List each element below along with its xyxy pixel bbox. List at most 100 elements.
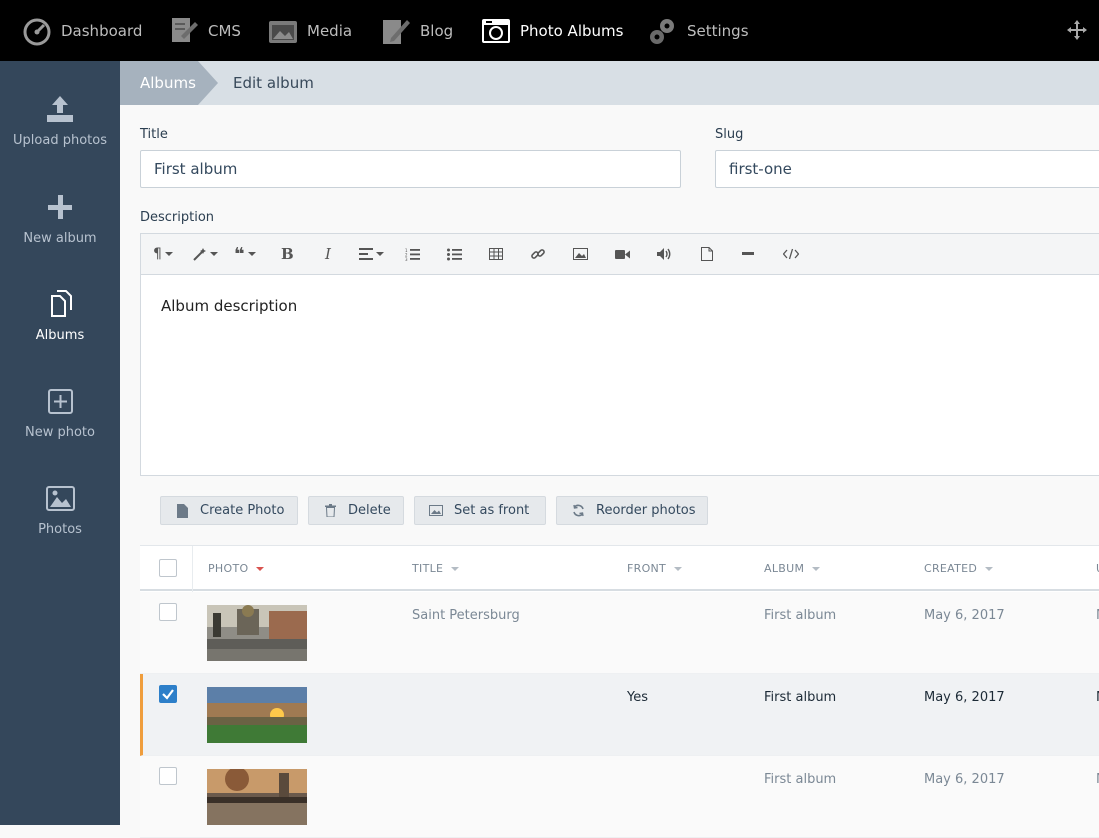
- photo-thumbnail[interactable]: [207, 687, 307, 743]
- album-cell: First album: [764, 690, 837, 705]
- column-label: TITLE: [412, 562, 444, 575]
- delete-button[interactable]: Delete: [308, 496, 404, 525]
- front-cell: Yes: [627, 690, 648, 705]
- slug-label: Slug: [715, 127, 744, 142]
- sort-icon: [451, 566, 460, 571]
- column-header-front[interactable]: FRONT: [627, 562, 683, 575]
- table-button[interactable]: [489, 244, 503, 264]
- nav-label: Media: [307, 21, 353, 40]
- plus-square-icon: [43, 385, 77, 419]
- album-cell: First album: [764, 772, 837, 787]
- sidebar-item-new-photo[interactable]: New photo: [0, 385, 120, 475]
- sort-desc-icon: [256, 566, 265, 571]
- code-view-button[interactable]: [783, 244, 799, 264]
- photos-table: PHOTO TITLE FRONT ALBUM CREATED U Saint …: [140, 545, 1099, 838]
- column-header-created[interactable]: CREATED: [924, 562, 994, 575]
- file-insert-button[interactable]: [701, 244, 713, 264]
- created-cell: May 6, 2017: [924, 608, 1005, 623]
- title-label: Title: [140, 127, 168, 142]
- button-label: Set as front: [454, 503, 530, 518]
- table-row[interactable]: Saint Petersburg First album May 6, 2017…: [140, 592, 1099, 674]
- title-input[interactable]: First album: [140, 150, 681, 188]
- breadcrumb-current: Edit album: [233, 74, 314, 92]
- select-all-checkbox[interactable]: [159, 559, 177, 577]
- quote-icon: ❝: [234, 243, 245, 265]
- table-header: PHOTO TITLE FRONT ALBUM CREATED U: [140, 546, 1099, 591]
- create-photo-button[interactable]: Create Photo: [160, 496, 298, 525]
- nav-label: Dashboard: [61, 21, 143, 40]
- column-label: PHOTO: [208, 562, 249, 575]
- style-button[interactable]: [193, 244, 218, 264]
- row-checkbox[interactable]: [159, 603, 177, 621]
- sidebar: Upload photos New album Albums New photo…: [0, 61, 120, 825]
- column-label: FRONT: [627, 562, 667, 575]
- media-camera-icon: [268, 16, 298, 46]
- breadcrumb-albums-link[interactable]: Albums: [120, 61, 198, 105]
- sidebar-label: Photos: [38, 522, 82, 537]
- nav-label: Photo Albums: [520, 21, 624, 40]
- link-button[interactable]: [531, 244, 545, 264]
- table-row[interactable]: First album May 6, 2017 M: [140, 756, 1099, 838]
- sidebar-item-new-album[interactable]: New album: [0, 191, 120, 281]
- bold-icon: B: [281, 245, 294, 263]
- sidebar-label: Upload photos: [13, 133, 107, 148]
- editor-content[interactable]: Album description: [141, 275, 1099, 337]
- dashboard-gauge-icon: [22, 16, 52, 46]
- sort-icon: [674, 566, 683, 571]
- slug-input[interactable]: first-one: [715, 150, 1099, 188]
- refresh-icon: [571, 504, 585, 518]
- column-label: CREATED: [924, 562, 978, 575]
- horizontal-rule-button[interactable]: [742, 244, 754, 264]
- settings-gears-icon: [648, 16, 678, 46]
- quote-button[interactable]: ❝: [234, 243, 256, 265]
- nav-media[interactable]: Media: [268, 0, 352, 61]
- align-button[interactable]: [359, 244, 384, 264]
- photo-thumbnail[interactable]: [207, 605, 307, 661]
- video-insert-button[interactable]: [615, 244, 630, 264]
- image-icon: [429, 504, 443, 518]
- italic-icon: I: [325, 245, 331, 263]
- plus-icon: [43, 191, 77, 225]
- unordered-list-button[interactable]: [447, 244, 462, 264]
- image-insert-button[interactable]: [573, 244, 588, 264]
- column-header-photo[interactable]: PHOTO: [208, 562, 265, 575]
- cms-doc-icon: [169, 16, 199, 46]
- sidebar-item-photos[interactable]: Photos: [0, 482, 120, 572]
- photo-albums-icon: [481, 16, 511, 46]
- nav-settings[interactable]: Settings: [648, 0, 749, 61]
- blog-pencil-icon: [381, 16, 411, 46]
- row-checkbox[interactable]: [159, 767, 177, 785]
- album-cell: First album: [764, 608, 837, 623]
- upload-icon: [43, 93, 77, 127]
- sidebar-item-albums[interactable]: Albums: [0, 288, 120, 378]
- photo-thumbnail[interactable]: [207, 769, 307, 825]
- ordered-list-button[interactable]: 123: [405, 244, 420, 264]
- description-editor[interactable]: ¶ ❝ B I 123 Album description: [140, 233, 1099, 476]
- italic-button[interactable]: I: [325, 244, 331, 264]
- paragraph-format-button[interactable]: ¶: [153, 244, 173, 264]
- nav-cms[interactable]: CMS: [169, 0, 241, 61]
- title-cell: Saint Petersburg: [412, 608, 520, 623]
- column-header-title[interactable]: TITLE: [412, 562, 460, 575]
- created-cell: May 6, 2017: [924, 772, 1005, 787]
- set-as-front-button[interactable]: Set as front: [414, 496, 546, 525]
- column-header-album[interactable]: ALBUM: [764, 562, 821, 575]
- nav-label: Settings: [687, 21, 749, 40]
- audio-insert-button[interactable]: [657, 244, 672, 264]
- sidebar-item-upload-photos[interactable]: Upload photos: [0, 93, 120, 183]
- reorder-photos-button[interactable]: Reorder photos: [556, 496, 708, 525]
- nav-photo-albums[interactable]: Photo Albums: [481, 0, 623, 61]
- link-icon: [531, 249, 545, 259]
- nav-blog[interactable]: Blog: [381, 0, 453, 61]
- created-cell: May 6, 2017: [924, 690, 1005, 705]
- move-icon[interactable]: [1065, 18, 1089, 42]
- checkmark-icon: [162, 689, 174, 700]
- table-row-selected[interactable]: Yes First album May 6, 2017 M: [140, 674, 1099, 756]
- top-navbar: Dashboard CMS Media Blog Photo Albums Se…: [0, 0, 1099, 61]
- breadcrumb: Albums Edit album: [120, 61, 1099, 105]
- file-icon: [175, 503, 189, 518]
- row-checkbox-checked[interactable]: [159, 685, 177, 703]
- bold-button[interactable]: B: [281, 244, 294, 264]
- albums-icon: [43, 288, 77, 322]
- nav-dashboard[interactable]: Dashboard: [22, 0, 142, 61]
